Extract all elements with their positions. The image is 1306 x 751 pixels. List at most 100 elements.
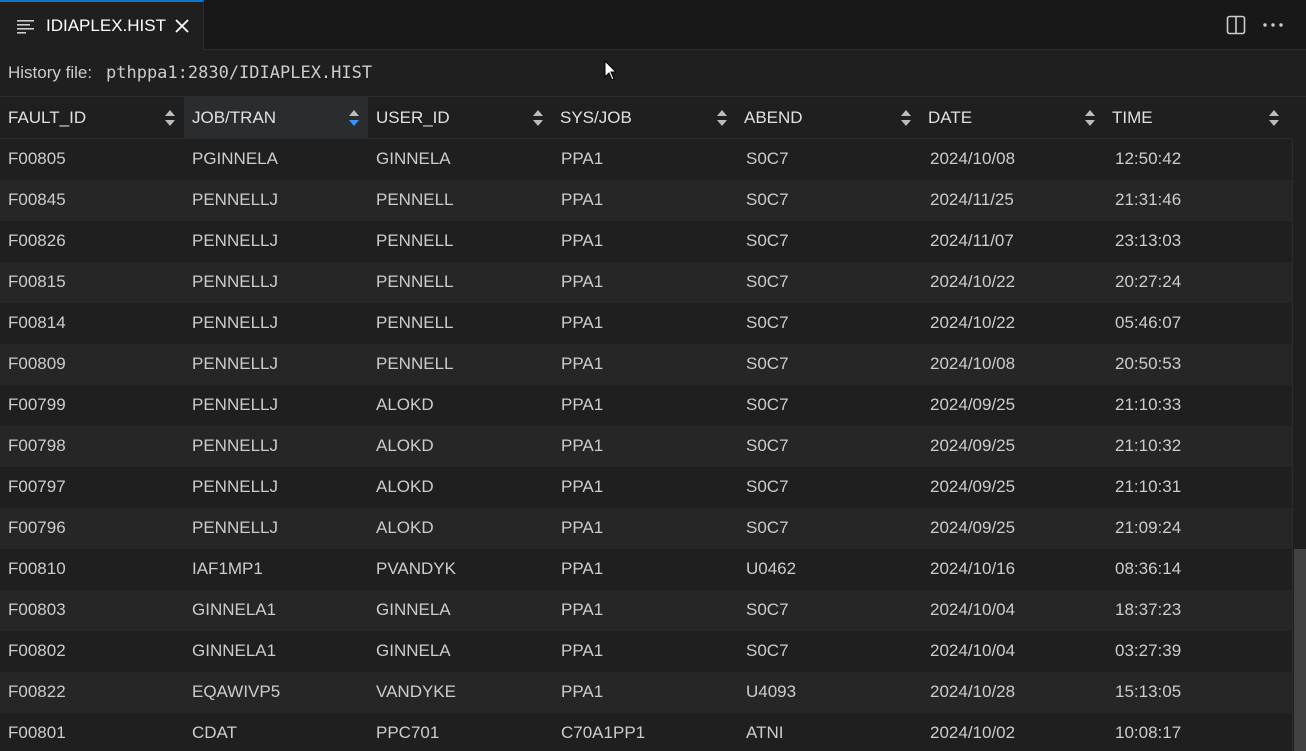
scrollbar-thumb[interactable] [1294,549,1306,751]
table-cell: 2024/10/08 [930,149,1016,168]
table-cell: PENNELLJ [192,231,278,250]
table-cell: 2024/11/25 [930,190,1014,209]
table-cell: 2024/10/16 [930,559,1016,578]
table-cell: 10:08:17 [1115,723,1182,742]
table-cell: GINNELA [376,641,451,660]
table-cell: PPA1 [561,436,604,455]
table-cell: ALOKD [376,518,434,537]
table-cell: PPA1 [561,600,604,619]
vertical-scrollbar[interactable] [1292,139,1306,751]
table-cell: S0C7 [746,149,789,168]
table-cell: PPA1 [561,272,604,291]
table-header: FAULT_ID JOB/TRAN USER_ID SYS/JOB ABEND DATE T… [0,97,1292,139]
table-row[interactable]: F00805 PGINNELA GINNELA PPA1 S0C7 2024/10/08 1… [0,139,1292,180]
table-cell: 2024/10/02 [930,723,1016,742]
table-cell: S0C7 [746,190,789,209]
table-cell: F00799 [8,395,66,414]
table-row[interactable]: F00826 PENNELLJ PENNELL PPA1 S0C7 2024/11/07 2… [0,221,1292,262]
table-cell: 21:09:24 [1115,518,1182,537]
column-header-2[interactable]: USER_ID [368,97,552,138]
table-row[interactable]: F00802 GINNELA1 GINNELA PPA1 S0C7 2024/10/04 0… [0,631,1292,672]
table-cell: S0C7 [746,313,789,332]
column-header-label: DATE [928,108,973,127]
table-row[interactable]: F00810 IAF1MP1 PVANDYK PPA1 U0462 2024/10/16 0… [0,549,1292,590]
table-cell: PENNELL [376,231,454,250]
table-cell: PENNELLJ [192,272,278,291]
list-lines-icon [17,20,34,34]
table-cell: F00805 [8,149,66,168]
sort-icon[interactable] [716,108,728,128]
close-icon[interactable] [174,18,190,34]
table-cell: PENNELLJ [192,436,278,455]
table-cell: PPC701 [376,723,440,742]
table-row[interactable]: F00801 CDAT PPC701 C70A1PP1 ATNI 2024/10/02 10… [0,713,1292,751]
table-cell: 21:10:32 [1115,436,1182,455]
table-cell: GINNELA1 [192,641,277,660]
table-cell: PPA1 [561,641,604,660]
table-cell: CDAT [192,723,238,742]
editor-tab-bar: IDIAPLEX.HIST [0,0,1306,50]
table-body: F00805 PGINNELA GINNELA PPA1 S0C7 2024/10/08 1… [0,139,1292,751]
editor-tab[interactable]: IDIAPLEX.HIST [0,0,204,50]
table-row[interactable]: F00803 GINNELA1 GINNELA PPA1 S0C7 2024/10/04 1… [0,590,1292,631]
table-cell: 08:36:14 [1115,559,1182,578]
column-header-6[interactable]: TIME [1104,97,1288,138]
table-cell: 20:50:53 [1115,354,1182,373]
table-cell: PPA1 [561,190,604,209]
table-cell: 2024/10/04 [930,641,1016,660]
table-cell: 05:46:07 [1115,313,1182,332]
table-cell: U0462 [746,559,797,578]
sort-icon[interactable] [348,108,360,128]
sort-icon[interactable] [1084,108,1096,128]
column-header-label: SYS/JOB [560,108,632,127]
table-cell: PPA1 [561,354,604,373]
table-row[interactable]: F00822 EQAWIVP5 VANDYKE PPA1 U4093 2024/10/28… [0,672,1292,713]
table-cell: F00815 [8,272,66,291]
sort-icon[interactable] [1268,108,1280,128]
table-cell: F00796 [8,518,66,537]
table-cell: F00802 [8,641,66,660]
table-cell: 2024/10/04 [930,600,1016,619]
column-header-3[interactable]: SYS/JOB [552,97,736,138]
history-file-bar: History file: pthppa1:2830/IDIAPLEX.HIST [0,51,1306,97]
table-cell: S0C7 [746,272,789,291]
table-row[interactable]: F00797 PENNELLJ ALOKD PPA1 S0C7 2024/09/25 21:… [0,467,1292,508]
table-row[interactable]: F00809 PENNELLJ PENNELL PPA1 S0C7 2024/10/08 2… [0,344,1292,385]
table-row[interactable]: F00799 PENNELLJ ALOKD PPA1 S0C7 2024/09/25 21:… [0,385,1292,426]
table-cell: F00845 [8,190,66,209]
table-cell: GINNELA [376,600,451,619]
table-cell: S0C7 [746,354,789,373]
table-cell: 2024/10/22 [930,272,1016,291]
sort-icon[interactable] [900,108,912,128]
more-actions-icon[interactable] [1262,15,1284,35]
split-editor-icon[interactable] [1226,15,1246,35]
table-cell: F00798 [8,436,66,455]
table-row[interactable]: F00814 PENNELLJ PENNELL PPA1 S0C7 2024/10/22 0… [0,303,1292,344]
table-cell: PPA1 [561,149,604,168]
sort-icon[interactable] [532,108,544,128]
column-header-label: FAULT_ID [8,108,87,127]
table-cell: PPA1 [561,559,604,578]
table-row[interactable]: F00815 PENNELLJ PENNELL PPA1 S0C7 2024/10/22 2… [0,262,1292,303]
table-cell: S0C7 [746,436,789,455]
table-cell: PENNELLJ [192,354,278,373]
column-header-0[interactable]: FAULT_ID [0,97,184,138]
table-cell: PPA1 [561,395,604,414]
table-cell: ALOKD [376,395,434,414]
table-cell: 21:10:31 [1115,477,1182,496]
table-row[interactable]: F00796 PENNELLJ ALOKD PPA1 S0C7 2024/09/25 21:… [0,508,1292,549]
table-cell: 21:31:46 [1115,190,1182,209]
table-cell: 21:10:33 [1115,395,1182,414]
table-row[interactable]: F00798 PENNELLJ ALOKD PPA1 S0C7 2024/09/25 21:… [0,426,1292,467]
table-cell: 20:27:24 [1115,272,1182,291]
table-cell: ATNI [746,723,784,742]
table-row[interactable]: F00845 PENNELLJ PENNELL PPA1 S0C7 2024/11/25 2… [0,180,1292,221]
table-cell: PPA1 [561,313,604,332]
column-header-1[interactable]: JOB/TRAN [184,97,368,138]
column-header-5[interactable]: DATE [920,97,1104,138]
column-header-4[interactable]: ABEND [736,97,920,138]
sort-icon[interactable] [164,108,176,128]
table-cell: F00822 [8,682,66,701]
table-cell: 2024/10/28 [930,682,1016,701]
table-cell: PENNELL [376,190,454,209]
